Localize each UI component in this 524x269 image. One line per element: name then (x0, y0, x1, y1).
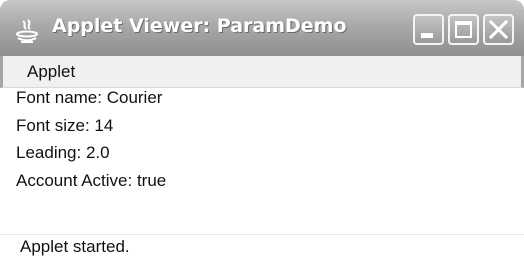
leading-line: Leading: 2.0 (16, 143, 110, 162)
minimize-icon (421, 33, 433, 38)
status-bar: Applet started. (0, 234, 524, 269)
window-title: Applet Viewer: ParamDemo (52, 15, 347, 37)
applet-content: Font name: Courier Font size: 14 Leading… (0, 88, 524, 234)
menu-applet[interactable]: Applet (27, 62, 75, 82)
maximize-button[interactable] (448, 14, 479, 45)
close-button[interactable] (483, 14, 514, 45)
maximize-icon (455, 21, 472, 38)
applet-viewer-window: Applet Viewer: ParamDemo Applet Font nam… (0, 0, 524, 269)
title-bar[interactable]: Applet Viewer: ParamDemo (0, 0, 524, 56)
minimize-button[interactable] (413, 14, 444, 45)
account-active-line: Account Active: true (16, 171, 167, 190)
java-icon[interactable] (14, 18, 42, 44)
menu-bar: Applet (0, 56, 524, 88)
status-text: Applet started. (20, 237, 130, 256)
font-name-line: Font name: Courier (16, 88, 163, 107)
font-size-line: Font size: 14 (16, 116, 114, 135)
close-icon (489, 20, 508, 39)
